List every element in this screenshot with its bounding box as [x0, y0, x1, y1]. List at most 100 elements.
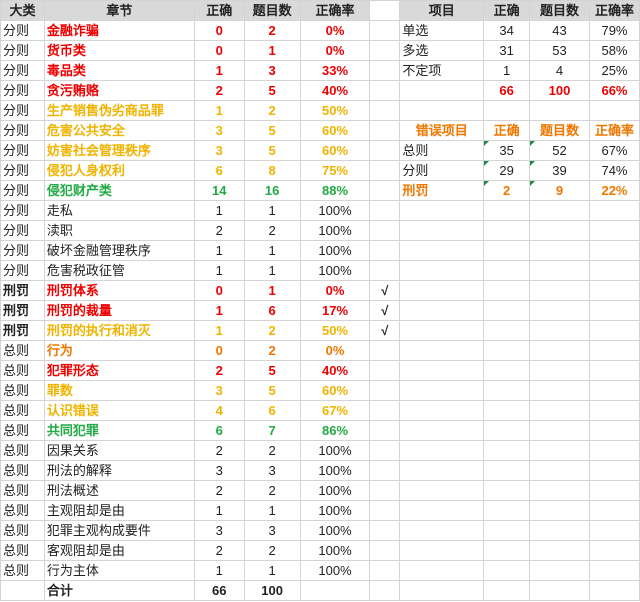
cell-empty[interactable] [529, 340, 590, 361]
cell-empty[interactable] [299, 580, 371, 601]
cell-total[interactable]: 2 [243, 100, 301, 121]
cell-empty[interactable] [529, 560, 590, 581]
cell-correct[interactable]: 1 [193, 320, 245, 341]
cell-empty[interactable] [588, 380, 640, 401]
cell-empty[interactable] [588, 420, 640, 441]
cell-chapter[interactable]: 刑罚体系 [43, 280, 195, 301]
cell-empty[interactable] [399, 560, 485, 581]
cell-empty[interactable] [588, 220, 640, 241]
cell-total[interactable]: 2 [243, 480, 301, 501]
summary-rate[interactable]: 58% [588, 40, 640, 61]
cell-empty[interactable] [483, 360, 531, 381]
cell-chapter[interactable]: 刑法概述 [43, 480, 195, 501]
cell-rate[interactable]: 33% [299, 60, 371, 81]
cell-empty[interactable] [483, 260, 531, 281]
cell-empty[interactable] [399, 280, 485, 301]
cell-empty[interactable] [588, 500, 640, 521]
cell-correct[interactable]: 1 [193, 560, 245, 581]
cell-empty[interactable] [399, 360, 485, 381]
cell-empty[interactable] [529, 360, 590, 381]
cell-chapter[interactable]: 刑罚的执行和消灭 [43, 320, 195, 341]
cell-empty[interactable] [529, 440, 590, 461]
cell-empty[interactable] [529, 520, 590, 541]
summary-total[interactable]: 53 [529, 40, 590, 61]
summary-sum-rate[interactable]: 66% [588, 80, 640, 101]
cell-correct[interactable]: 3 [193, 140, 245, 161]
cell-total[interactable]: 2 [243, 340, 301, 361]
cell-empty[interactable] [588, 400, 640, 421]
cell-category[interactable]: 总则 [0, 540, 45, 561]
cell-rate[interactable]: 60% [299, 140, 371, 161]
cell-empty[interactable] [483, 280, 531, 301]
cell-correct[interactable]: 4 [193, 400, 245, 421]
header-chapter[interactable]: 章节 [43, 0, 195, 21]
cell-correct[interactable]: 1 [193, 300, 245, 321]
cell-empty[interactable] [399, 500, 485, 521]
cell-rate[interactable]: 60% [299, 380, 371, 401]
error-correct[interactable]: 2 [483, 180, 531, 201]
cell-empty[interactable] [399, 100, 485, 121]
cell-empty[interactable] [369, 180, 401, 201]
header-category[interactable]: 大类 [0, 0, 45, 21]
cell-empty[interactable] [369, 540, 401, 561]
cell-category[interactable]: 刑罚 [0, 300, 45, 321]
cell-correct[interactable]: 3 [193, 460, 245, 481]
cell-empty[interactable] [483, 380, 531, 401]
cell-category[interactable]: 总则 [0, 500, 45, 521]
cell-empty[interactable] [483, 500, 531, 521]
cell-category[interactable]: 总则 [0, 480, 45, 501]
cell-empty[interactable] [483, 200, 531, 221]
cell-empty[interactable] [529, 380, 590, 401]
cell-rate[interactable]: 100% [299, 520, 371, 541]
summary-header-total[interactable]: 题目数 [529, 0, 590, 21]
cell-empty[interactable] [588, 480, 640, 501]
cell-empty[interactable] [483, 420, 531, 441]
error-header-rate[interactable]: 正确率 [588, 120, 640, 141]
cell-correct[interactable]: 2 [193, 540, 245, 561]
cell-chapter[interactable]: 罪数 [43, 380, 195, 401]
cell-total[interactable]: 2 [243, 20, 301, 41]
cell-rate[interactable]: 100% [299, 220, 371, 241]
cell-rate[interactable]: 86% [299, 420, 371, 441]
cell-rate[interactable]: 75% [299, 160, 371, 181]
cell-total[interactable]: 3 [243, 520, 301, 541]
cell-chapter[interactable]: 侵犯财产类 [43, 180, 195, 201]
cell-chapter[interactable]: 贪污贿赂 [43, 80, 195, 101]
cell-correct[interactable]: 6 [193, 160, 245, 181]
cell-empty[interactable] [529, 300, 590, 321]
cell-empty[interactable] [369, 500, 401, 521]
cell-total[interactable]: 16 [243, 180, 301, 201]
cell-empty[interactable] [369, 580, 401, 601]
cell-empty[interactable] [369, 340, 401, 361]
cell-category[interactable]: 总则 [0, 440, 45, 461]
cell-empty[interactable] [369, 400, 401, 421]
cell-empty[interactable] [399, 200, 485, 221]
cell-chapter[interactable]: 犯罪形态 [43, 360, 195, 381]
cell-chapter[interactable]: 货币类 [43, 40, 195, 61]
cell-total[interactable]: 6 [243, 300, 301, 321]
cell-empty[interactable] [369, 520, 401, 541]
cell-chapter[interactable]: 主观阻却是由 [43, 500, 195, 521]
cell-empty[interactable] [588, 300, 640, 321]
cell-rate[interactable]: 50% [299, 100, 371, 121]
cell-category[interactable]: 刑罚 [0, 320, 45, 341]
cell-correct[interactable]: 2 [193, 360, 245, 381]
cell-empty[interactable] [399, 420, 485, 441]
cell-empty[interactable] [529, 420, 590, 441]
cell-empty[interactable] [529, 540, 590, 561]
cell-category[interactable]: 分则 [0, 100, 45, 121]
cell-empty[interactable] [399, 320, 485, 341]
cell-empty[interactable] [369, 420, 401, 441]
cell-empty[interactable] [529, 200, 590, 221]
check-mark[interactable]: √ [369, 320, 401, 341]
cell-correct[interactable]: 1 [193, 60, 245, 81]
summary-sum-correct[interactable]: 66 [483, 80, 531, 101]
cell-correct[interactable]: 2 [193, 80, 245, 101]
cell-correct[interactable]: 0 [193, 40, 245, 61]
cell-rate[interactable]: 0% [299, 280, 371, 301]
cell-rate[interactable]: 40% [299, 360, 371, 381]
cell-category[interactable]: 总则 [0, 380, 45, 401]
cell-empty[interactable] [483, 560, 531, 581]
cell-total[interactable]: 5 [243, 140, 301, 161]
cell-empty[interactable] [588, 340, 640, 361]
